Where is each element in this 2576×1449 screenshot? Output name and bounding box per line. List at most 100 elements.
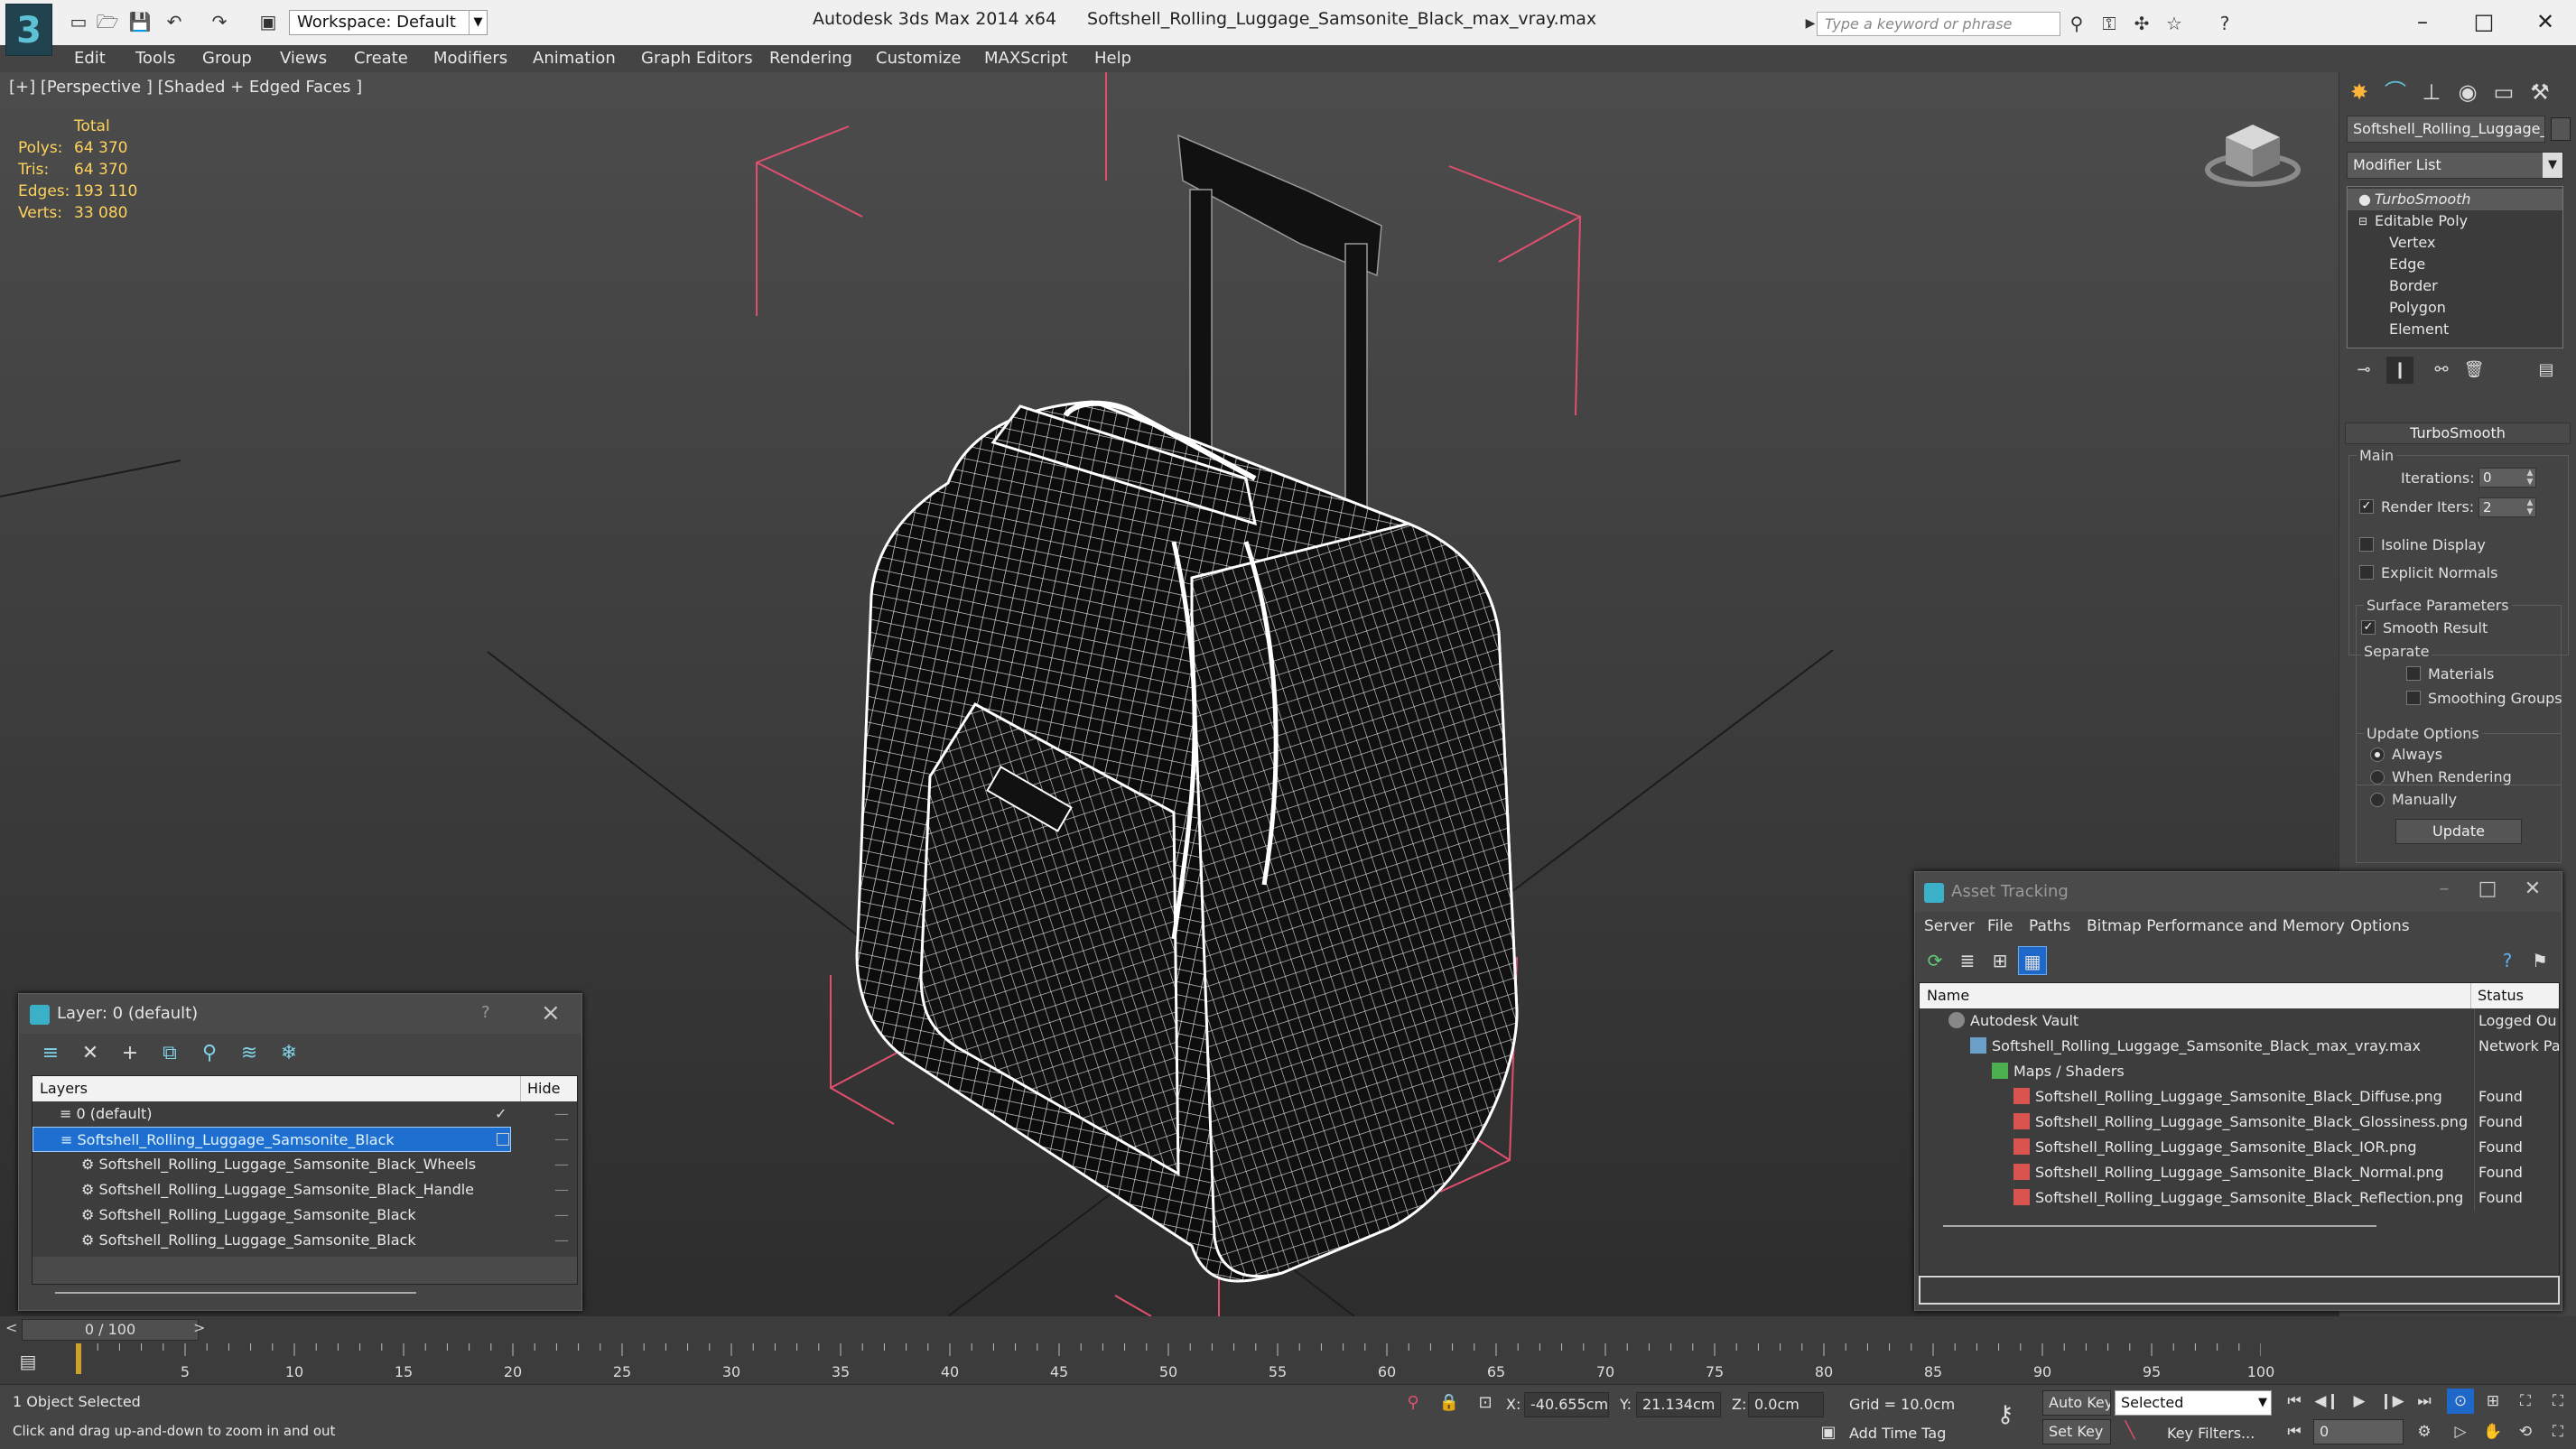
update-button[interactable]: Update: [2395, 819, 2522, 844]
expand-icon[interactable]: ⊟: [2358, 210, 2367, 232]
hide-toggle[interactable]: —: [551, 1177, 572, 1203]
layer-row[interactable]: ≡ Softshell_Rolling_Luggage_Samsonite_Bl…: [33, 1127, 577, 1152]
key-icon[interactable]: ⚷: [1994, 1403, 2017, 1426]
status-column-header[interactable]: Status: [2478, 987, 2524, 1004]
key-mode-icon[interactable]: ⏮: [2281, 1419, 2308, 1444]
menu-edit[interactable]: Edit: [74, 49, 106, 68]
hierarchy-tab-icon[interactable]: ⊥: [2415, 76, 2448, 108]
explicit-normals-checkbox[interactable]: [2359, 565, 2374, 580]
asset-row[interactable]: Softshell_Rolling_Luggage_Samsonite_Blac…: [1920, 1110, 2559, 1135]
asset-tracking-titlebar[interactable]: Asset Tracking – □ ✕: [1915, 872, 2562, 912]
set-key-button[interactable]: Set Key: [2042, 1419, 2111, 1444]
pan-icon[interactable]: ✋: [2479, 1419, 2506, 1444]
track-bar[interactable]: ▤ 5 10 15 20 25 30 35 40 45 50 55 60 65 70 75 80 85 90 95 1…: [0, 1343, 2576, 1384]
tree-view-icon[interactable]: ⊞: [1985, 946, 2014, 975]
layer-row[interactable]: ⚙ Softshell_Rolling_Luggage_Samsonite_Bl…: [33, 1203, 577, 1228]
undo-icon[interactable]: ↶: [163, 11, 186, 33]
curve-editor-icon[interactable]: ▤: [14, 1351, 42, 1376]
previous-frame-icon[interactable]: <: [5, 1319, 17, 1336]
set-key-icon[interactable]: ╲: [2118, 1419, 2142, 1443]
key-selection-dropdown[interactable]: Selected ▼: [2115, 1390, 2272, 1416]
help-icon[interactable]: ?: [2493, 946, 2522, 975]
asset-row[interactable]: Softshell_Rolling_Luggage_Samsonite_Blac…: [1920, 1034, 2559, 1059]
smoothing-groups-checkbox[interactable]: [2406, 691, 2421, 705]
asset-row[interactable]: Softshell_Rolling_Luggage_Samsonite_Blac…: [1920, 1185, 2559, 1211]
time-slider[interactable]: < 0 / 100 >: [0, 1316, 2576, 1343]
modify-tab-icon[interactable]: ⌒: [2379, 76, 2412, 108]
isolate-selection-icon[interactable]: ⚲: [1401, 1391, 1425, 1415]
y-coordinate-field[interactable]: 21.134cm: [1636, 1392, 1721, 1417]
assistant-icon[interactable]: ⚑: [2525, 946, 2554, 975]
communication-icon[interactable]: ✣: [2129, 13, 2154, 34]
search-input[interactable]: Type a keyword or phrase: [1817, 12, 2060, 36]
orbit-icon[interactable]: ⟲: [2512, 1419, 2539, 1444]
binoculars-icon[interactable]: ⚲: [2064, 13, 2089, 34]
minimize-button[interactable]: –: [2396, 4, 2449, 40]
hide-toggle[interactable]: —: [551, 1127, 572, 1152]
stack-item-edge[interactable]: Edge: [2348, 254, 2562, 275]
iterations-spinner[interactable]: 0 ▲ ▼: [2478, 468, 2536, 488]
always-radio[interactable]: [2370, 748, 2385, 762]
configure-sets-icon[interactable]: ▤: [2533, 357, 2560, 384]
next-frame-icon[interactable]: >: [193, 1319, 205, 1336]
time-tag-icon[interactable]: ▣: [1817, 1421, 1840, 1444]
time-slider-thumb[interactable]: 0 / 100: [22, 1319, 199, 1341]
menu-views[interactable]: Views: [280, 49, 327, 68]
highlight-layer-icon[interactable]: ⚲: [194, 1039, 225, 1068]
stack-item-editable-poly[interactable]: ⊟ Editable Poly: [2348, 210, 2562, 232]
zoom-extents-icon[interactable]: ⛶: [2512, 1389, 2539, 1414]
go-to-start-icon[interactable]: ⏮: [2281, 1389, 2308, 1414]
menu-paths[interactable]: Paths: [2029, 917, 2070, 935]
remove-modifier-icon[interactable]: 🗑: [2460, 357, 2488, 384]
play-icon[interactable]: ▶: [2346, 1389, 2373, 1414]
when-rendering-radio[interactable]: [2370, 770, 2385, 785]
viewcube-icon[interactable]: [2203, 117, 2302, 190]
hide-column-header[interactable]: Hide: [527, 1080, 560, 1097]
help-icon[interactable]: ?: [2212, 13, 2237, 34]
menu-bitmap-performance[interactable]: Bitmap Performance and Memory: [2087, 917, 2345, 935]
hide-toggle[interactable]: —: [551, 1228, 572, 1253]
new-file-icon[interactable]: ▭: [67, 11, 90, 33]
menu-modifiers[interactable]: Modifiers: [433, 49, 507, 68]
menu-maxscript[interactable]: MAXScript: [984, 49, 1067, 68]
zoom-extents-all-icon[interactable]: ⛶: [2544, 1389, 2571, 1414]
field-of-view-icon[interactable]: ▷: [2447, 1419, 2474, 1444]
asset-row[interactable]: Autodesk Vault Logged Ou: [1920, 1008, 2559, 1034]
menu-server[interactable]: Server: [1924, 917, 1975, 935]
delete-layer-icon[interactable]: ✕: [75, 1039, 106, 1068]
stack-item-element[interactable]: Element: [2348, 319, 2562, 340]
menu-rendering[interactable]: Rendering: [769, 49, 852, 68]
x-coordinate-field[interactable]: -40.655cm: [1524, 1392, 1609, 1417]
stack-item-polygon[interactable]: Polygon: [2348, 297, 2562, 319]
current-frame-field[interactable]: 0: [2313, 1419, 2404, 1444]
hide-toggle[interactable]: —: [551, 1101, 572, 1127]
menu-customize[interactable]: Customize: [876, 49, 961, 68]
zoom-icon[interactable]: ⊙: [2447, 1389, 2474, 1414]
smooth-result-checkbox[interactable]: ✓: [2361, 620, 2376, 635]
layer-row[interactable]: ⚙ Softshell_Rolling_Luggage_Samsonite_Bl…: [33, 1228, 577, 1253]
menu-options[interactable]: Options: [2350, 917, 2410, 935]
menu-group[interactable]: Group: [202, 49, 252, 68]
layer-row[interactable]: ⚙ Softshell_Rolling_Luggage_Samsonite_Bl…: [33, 1152, 577, 1177]
minimize-button[interactable]: –: [2426, 878, 2462, 900]
workspace-dropdown[interactable]: Workspace: Default ▼: [289, 10, 488, 35]
stack-item-turbosmooth[interactable]: ● TurboSmooth: [2348, 189, 2562, 210]
add-time-tag[interactable]: Add Time Tag: [1849, 1425, 1946, 1442]
previous-key-icon[interactable]: ◀❙: [2313, 1389, 2340, 1414]
pin-stack-icon[interactable]: ⊸: [2350, 357, 2377, 384]
refresh-icon[interactable]: ⟳: [1920, 946, 1949, 975]
turbosmooth-rollout-title[interactable]: TurboSmooth: [2345, 423, 2571, 444]
menu-tools[interactable]: Tools: [135, 49, 175, 68]
open-file-icon[interactable]: 🗁: [96, 11, 119, 33]
table-view-icon[interactable]: ▦: [2018, 946, 2047, 975]
menu-create[interactable]: Create: [354, 49, 408, 68]
viewport-label[interactable]: [+] [Perspective ] [Shaded + Edged Faces…: [9, 78, 362, 97]
horizontal-scrollbar[interactable]: [1943, 1225, 2376, 1227]
make-unique-icon[interactable]: ⚯: [2428, 357, 2455, 384]
materials-checkbox[interactable]: [2406, 666, 2421, 681]
layers-column-header[interactable]: Layers: [40, 1080, 88, 1097]
hide-all-icon[interactable]: ≋: [234, 1039, 265, 1068]
asset-path-field[interactable]: [1919, 1276, 2560, 1305]
menu-help[interactable]: Help: [1094, 49, 1131, 68]
save-file-icon[interactable]: 💾: [128, 11, 152, 33]
